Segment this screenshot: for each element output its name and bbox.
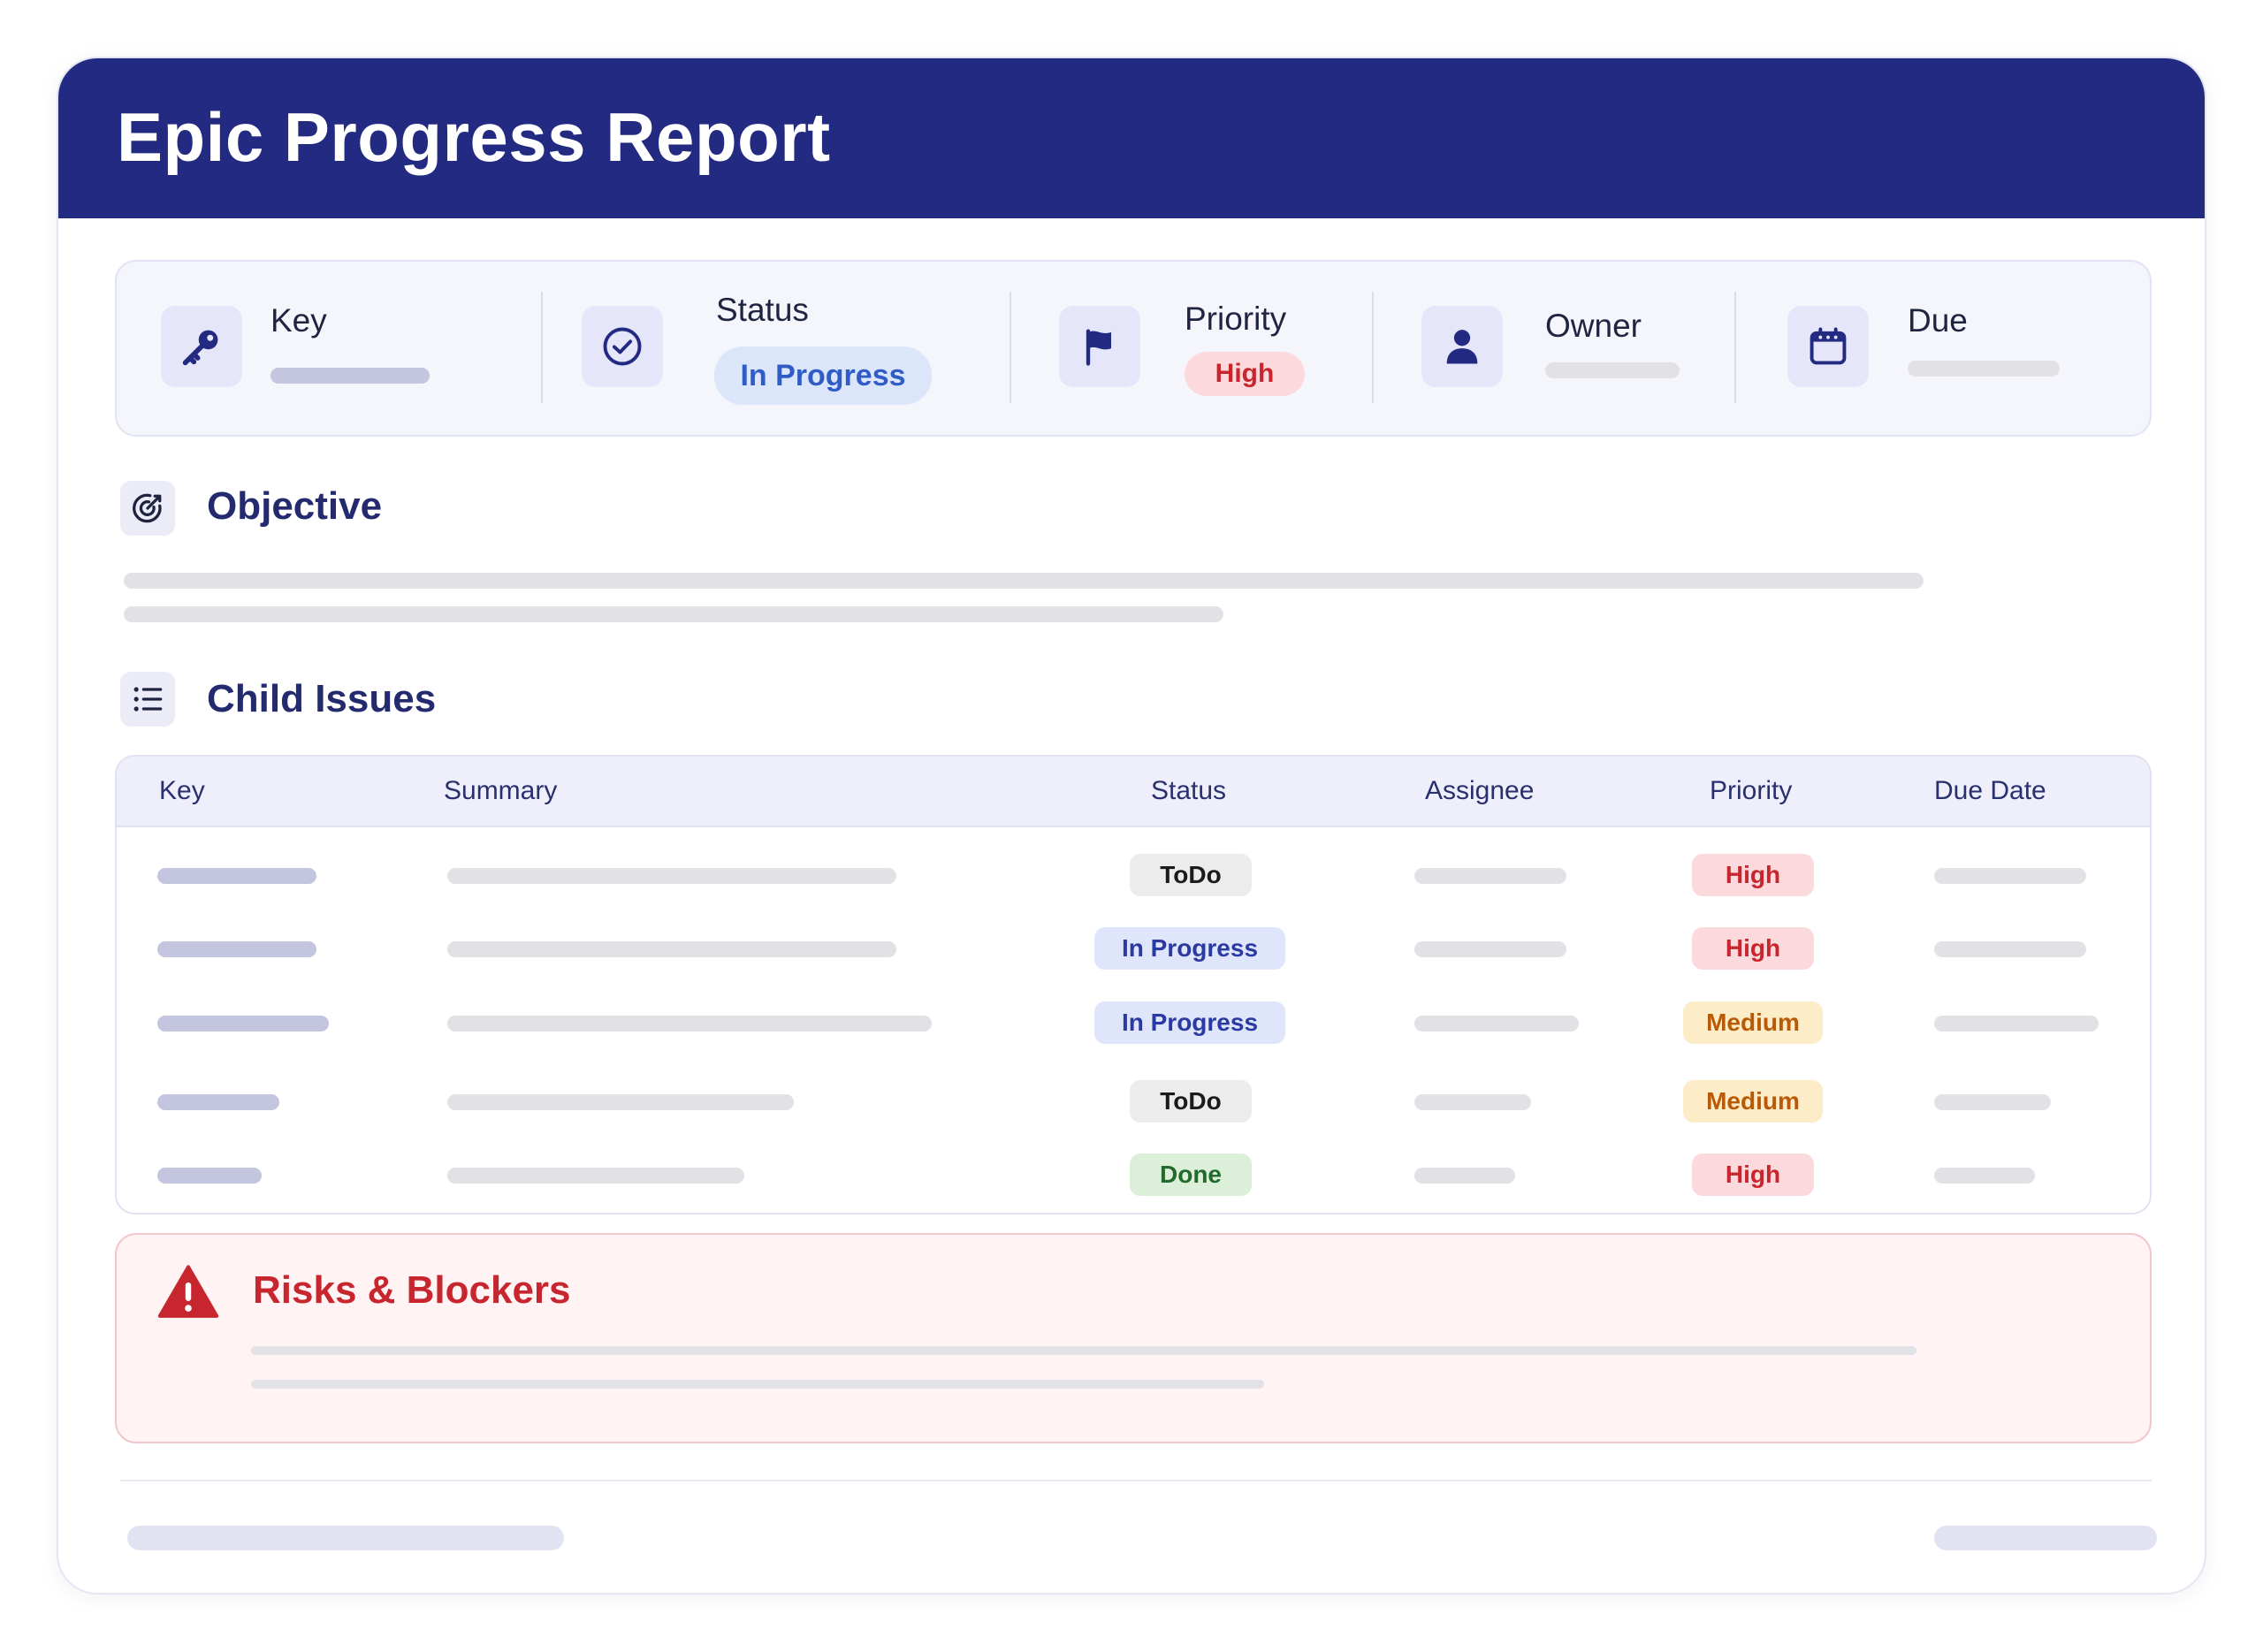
- row-assignee-placeholder: [1414, 1016, 1579, 1032]
- row-assignee-placeholder: [1414, 941, 1566, 957]
- row-priority-badge: Medium: [1683, 1001, 1823, 1044]
- meta-due-value-placeholder: [1908, 361, 2060, 377]
- meta-status-label: Status: [716, 292, 809, 328]
- objective-title: Objective: [207, 484, 383, 528]
- row-assignee-placeholder: [1414, 868, 1566, 884]
- table-row[interactable]: In Progress High: [117, 913, 2150, 986]
- row-priority-badge: High: [1692, 927, 1814, 970]
- user-icon: [1421, 306, 1503, 387]
- footer-left-placeholder: [127, 1526, 564, 1550]
- row-status-badge: In Progress: [1094, 927, 1285, 970]
- meta-due-label: Due: [1908, 302, 1968, 339]
- objective-text-placeholder: [124, 606, 1223, 622]
- table-row[interactable]: ToDo Medium: [117, 1066, 2150, 1138]
- row-summary-placeholder: [447, 868, 896, 884]
- table-header: Key Summary Status Assignee Priority Due…: [117, 757, 2150, 827]
- check-circle-icon: [582, 306, 663, 387]
- row-key-placeholder: [157, 1168, 262, 1184]
- row-key-placeholder: [157, 941, 316, 957]
- report-title: Epic Progress Report: [117, 98, 831, 176]
- column-header-summary: Summary: [444, 776, 558, 805]
- row-due-placeholder: [1934, 941, 2086, 957]
- column-header-key: Key: [159, 776, 205, 805]
- report-card: Epic Progress Report Key Status In Progr…: [57, 57, 2206, 1595]
- meta-status: Status In Progress: [541, 262, 1001, 435]
- risks-text-placeholder: [251, 1380, 1264, 1389]
- row-status-badge: ToDo: [1130, 1080, 1252, 1123]
- risks-text-placeholder: [251, 1346, 1916, 1355]
- meta-key-value-placeholder: [270, 368, 430, 384]
- meta-strip: Key Status In Progress Priority High Own…: [115, 260, 2152, 437]
- footer-right-placeholder: [1934, 1526, 2157, 1550]
- row-status-badge: In Progress: [1094, 1001, 1285, 1044]
- objective-text-placeholder: [124, 573, 1924, 589]
- key-icon: [161, 306, 242, 387]
- table-row[interactable]: ToDo High: [117, 840, 2150, 912]
- column-header-assignee: Assignee: [1425, 776, 1535, 805]
- row-priority-badge: High: [1692, 1153, 1814, 1196]
- row-priority-badge: High: [1692, 854, 1814, 896]
- row-assignee-placeholder: [1414, 1168, 1515, 1184]
- meta-priority-badge: High: [1185, 352, 1305, 396]
- meta-owner: Owner: [1372, 262, 1734, 435]
- child-issues-table: Key Summary Status Assignee Priority Due…: [115, 755, 2152, 1214]
- risks-title: Risks & Blockers: [253, 1268, 571, 1312]
- target-icon: [120, 481, 175, 536]
- row-priority-badge: Medium: [1683, 1080, 1823, 1123]
- warning-icon: [157, 1265, 219, 1318]
- row-status-badge: ToDo: [1130, 854, 1252, 896]
- row-summary-placeholder: [447, 941, 896, 957]
- row-summary-placeholder: [447, 1168, 744, 1184]
- meta-status-badge: In Progress: [714, 346, 932, 405]
- risks-panel: Risks & Blockers: [115, 1233, 2152, 1443]
- row-due-placeholder: [1934, 1016, 2099, 1032]
- meta-key-label: Key: [270, 302, 327, 339]
- meta-priority-label: Priority: [1185, 301, 1287, 337]
- calendar-icon: [1787, 306, 1869, 387]
- row-summary-placeholder: [447, 1094, 794, 1110]
- column-header-priority: Priority: [1710, 776, 1793, 805]
- meta-key: Key: [117, 262, 532, 435]
- report-header: Epic Progress Report: [58, 58, 2205, 218]
- row-status-badge: Done: [1130, 1153, 1252, 1196]
- list-icon: [120, 672, 175, 727]
- table-row[interactable]: In Progress Medium: [117, 987, 2150, 1060]
- row-due-placeholder: [1934, 868, 2086, 884]
- table-row[interactable]: Done High: [117, 1139, 2150, 1212]
- row-assignee-placeholder: [1414, 1094, 1531, 1110]
- row-summary-placeholder: [447, 1016, 932, 1032]
- flag-icon: [1059, 306, 1140, 387]
- footer-divider: [120, 1480, 2152, 1481]
- meta-owner-label: Owner: [1545, 308, 1642, 344]
- column-header-due-date: Due Date: [1934, 776, 2046, 805]
- row-key-placeholder: [157, 868, 316, 884]
- row-key-placeholder: [157, 1016, 329, 1032]
- row-due-placeholder: [1934, 1094, 2051, 1110]
- row-key-placeholder: [157, 1094, 279, 1110]
- meta-priority: Priority High: [1010, 262, 1372, 435]
- column-header-status: Status: [1151, 776, 1227, 805]
- meta-due: Due: [1734, 262, 2150, 435]
- meta-owner-value-placeholder: [1545, 362, 1680, 378]
- child-issues-title: Child Issues: [207, 677, 437, 720]
- row-due-placeholder: [1934, 1168, 2035, 1184]
